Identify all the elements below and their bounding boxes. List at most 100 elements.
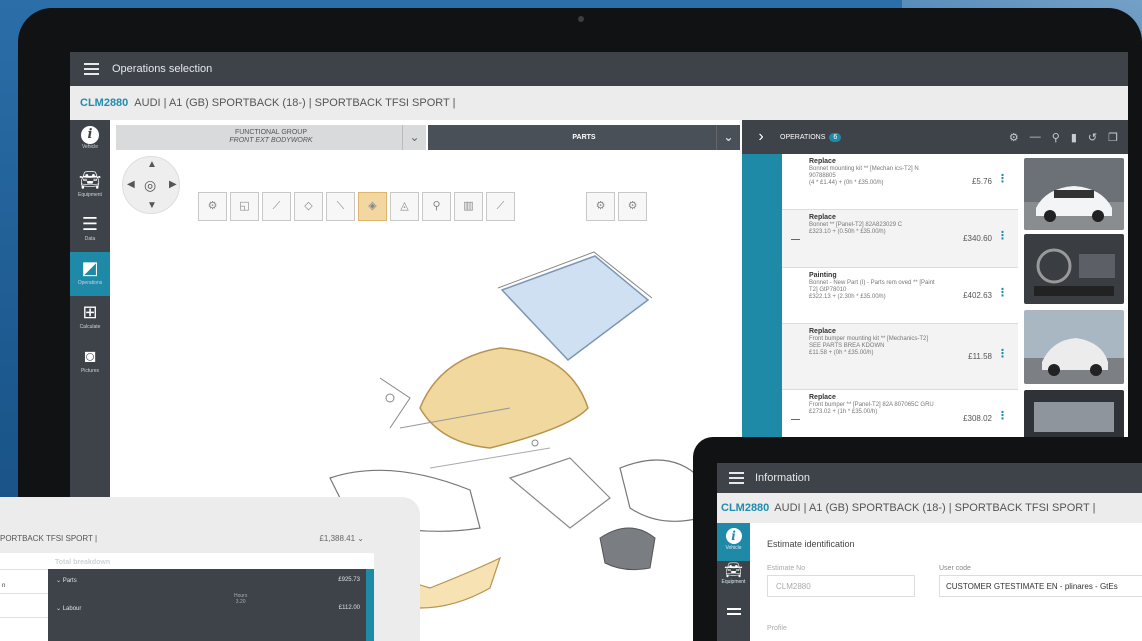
operation-price: £308.02 xyxy=(963,413,992,423)
functional-group-label: FUNCTIONAL GROUP xyxy=(234,129,308,136)
user-code-label: User code xyxy=(939,565,971,572)
breakdown-row-labour[interactable]: ⌄ Labour xyxy=(56,605,81,612)
tablet-vehicle-bar: PORTBACK TFSI SPORT | £1,388.41 ⌄ xyxy=(0,523,374,553)
more-options-icon[interactable]: ⋮ xyxy=(997,348,1008,359)
nav-label: Pictures xyxy=(80,368,100,374)
parts-label: PARTS xyxy=(572,134,596,141)
more-options-icon[interactable]: ⋮ xyxy=(997,173,1008,184)
nav-vehicle[interactable]: i Vehicle xyxy=(717,523,750,561)
functional-group-select[interactable]: FUNCTIONAL GROUP FRONT EXT BODYWORK ⌄ xyxy=(116,125,426,150)
settings-icon[interactable]: ⚙ xyxy=(1009,131,1019,144)
undo-icon[interactable]: ↺ xyxy=(1088,131,1097,144)
zoom-icon[interactable]: ⚲ xyxy=(1052,131,1060,144)
total-value: £1,388.41 xyxy=(319,533,356,543)
list-icon[interactable] xyxy=(717,605,750,618)
dash-icon xyxy=(791,418,800,420)
page-title: Operations selection xyxy=(112,63,213,75)
part-thumbnail[interactable]: ⚙ xyxy=(586,192,615,221)
operations-header: › OPERATIONS 6 ⚙ — ⚲ ▮ ↺ ❐ xyxy=(742,120,1128,154)
vehicle-photo[interactable] xyxy=(1024,234,1124,304)
more-options-icon[interactable]: ⋮ xyxy=(997,230,1008,241)
operation-calculation: £323.10 + (0.50h * £35.00/h) xyxy=(809,229,886,235)
operation-item[interactable]: Replace Bonnet mounting kit ** [Mechan i… xyxy=(782,154,1018,210)
vehicle-bar: CLM2880 AUDI | A1 (GB) SPORTBACK (18-) |… xyxy=(70,86,1128,120)
part-thumbnail[interactable]: ⟋ xyxy=(486,192,515,221)
camera-icon: ◙ xyxy=(84,346,96,366)
nav-equipment[interactable]: 🚘︎ Equipment xyxy=(717,561,750,601)
parts-select[interactable]: PARTS ⌄ xyxy=(428,125,740,150)
part-thumbnail-selected[interactable]: ◈ xyxy=(358,192,387,221)
nav-calculate[interactable]: ⊞ Calculate xyxy=(70,296,110,340)
recenter-icon[interactable]: ◎ xyxy=(144,177,156,194)
info-laptop: Information CLM2880 AUDI | A1 (GB) SPORT… xyxy=(693,437,1142,641)
operation-price: £402.63 xyxy=(963,290,992,300)
estimate-no-field[interactable]: CLM2880 xyxy=(767,575,915,597)
part-thumbnail[interactable]: ⟋ xyxy=(262,192,291,221)
minus-icon[interactable]: — xyxy=(1030,131,1041,144)
hours-value: 3.20 xyxy=(235,599,246,605)
calculator-icon: ⊞ xyxy=(82,302,98,322)
operation-type: Replace xyxy=(809,214,836,221)
vehicle-photo[interactable] xyxy=(1024,310,1124,384)
breakdown-row-parts[interactable]: ⌄ Parts xyxy=(56,577,77,584)
nav-data[interactable]: ☰ Data xyxy=(70,208,110,252)
breakdown-title: Total breakdown xyxy=(55,559,111,566)
operation-item[interactable]: Painting Bonnet - New Part (I) - Parts r… xyxy=(782,268,1018,324)
row-value: £112.00 xyxy=(338,605,360,611)
nav-pictures[interactable]: ◙ Pictures xyxy=(70,340,110,384)
part-thumbnail[interactable]: ⚙ xyxy=(618,192,647,221)
operation-description: Bonnet mounting kit ** [Mechan ics-T2] N… xyxy=(809,166,919,179)
copy-icon[interactable]: ❐ xyxy=(1108,131,1118,144)
part-thumbnail[interactable]: ⚙ xyxy=(198,192,227,221)
arrow-down-icon[interactable]: ▼ xyxy=(147,200,157,211)
camera xyxy=(578,16,584,22)
menu-icon[interactable] xyxy=(717,463,755,493)
arrow-left-icon[interactable]: ◀ xyxy=(127,179,135,190)
nav-label: Data xyxy=(84,236,96,242)
vehicle-code[interactable]: CLM2880 xyxy=(80,97,128,109)
row-label: Parts xyxy=(62,578,77,584)
part-thumbnail[interactable]: ⚲ xyxy=(422,192,451,221)
nav-label: Calculate xyxy=(79,324,101,330)
menu-icon[interactable] xyxy=(70,52,112,86)
vehicle-code[interactable]: CLM2880 xyxy=(721,502,769,514)
total-dropdown[interactable]: £1,388.41 ⌄ xyxy=(319,534,364,543)
pan-control[interactable]: ▲ ▼ ◀ ▶ ◎ xyxy=(122,156,180,214)
chevron-down-icon: ⌄ xyxy=(56,578,62,584)
operation-calculation: £273.02 + (1h * £35.00/h) xyxy=(809,409,878,415)
operation-type: Replace xyxy=(809,394,836,401)
operation-item[interactable]: Replace Front bumper mounting kit ** [Me… xyxy=(782,324,1018,390)
more-options-icon[interactable]: ⋮ xyxy=(997,410,1008,421)
nav-vehicle[interactable]: i Vehicle xyxy=(70,120,110,164)
top-bar: Operations selection xyxy=(70,52,1128,86)
operation-item[interactable]: Replace Bonnet ** [Panel-T2] 82A823029 C… xyxy=(782,210,1018,268)
vehicle-photo[interactable] xyxy=(1024,390,1124,444)
delete-icon[interactable]: ▮ xyxy=(1071,131,1077,144)
operation-description: Bonnet ** [Panel-T2] 82A823029 C xyxy=(809,222,903,228)
divider xyxy=(0,569,48,570)
operation-price: £11.58 xyxy=(968,351,992,361)
nav-equipment[interactable]: 🚘︎ Equipment xyxy=(70,164,110,208)
arrow-up-icon[interactable]: ▲ xyxy=(147,159,157,170)
operation-description: Bonnet - New Part (I) - Parts rem oved *… xyxy=(809,280,935,293)
section-title: Estimate identification xyxy=(767,539,855,549)
user-code-field[interactable]: CUSTOMER GTESTIMATE EN - plinares - GtEs xyxy=(939,575,1142,597)
part-thumbnail[interactable]: ◱ xyxy=(230,192,259,221)
operations-toolbar: ⚙ — ⚲ ▮ ↺ ❐ xyxy=(1009,131,1128,144)
vehicle-photo[interactable] xyxy=(1024,158,1124,230)
chevron-right-icon[interactable]: › xyxy=(742,128,780,146)
part-thumbnail[interactable]: ▥ xyxy=(454,192,483,221)
more-options-icon[interactable]: ⋮ xyxy=(997,287,1008,298)
operation-calculation: (4 * £1.44) + (0h * £35.00/h) xyxy=(809,180,884,186)
tablet-left-column: n xyxy=(0,553,48,641)
part-thumbnail[interactable]: ◬ xyxy=(390,192,419,221)
nav-label: Equipment xyxy=(721,579,746,585)
chevron-down-icon: ⌄ xyxy=(56,606,62,612)
nav-label: Equipment xyxy=(78,192,102,198)
info-page-title: Information xyxy=(755,472,811,484)
part-thumbnail[interactable]: ◇ xyxy=(294,192,323,221)
info-screen: Information CLM2880 AUDI | A1 (GB) SPORT… xyxy=(717,463,1142,641)
nav-operations[interactable]: ◩ Operations xyxy=(70,252,110,296)
arrow-right-icon[interactable]: ▶ xyxy=(169,179,177,190)
part-thumbnail[interactable]: ⟍ xyxy=(326,192,355,221)
